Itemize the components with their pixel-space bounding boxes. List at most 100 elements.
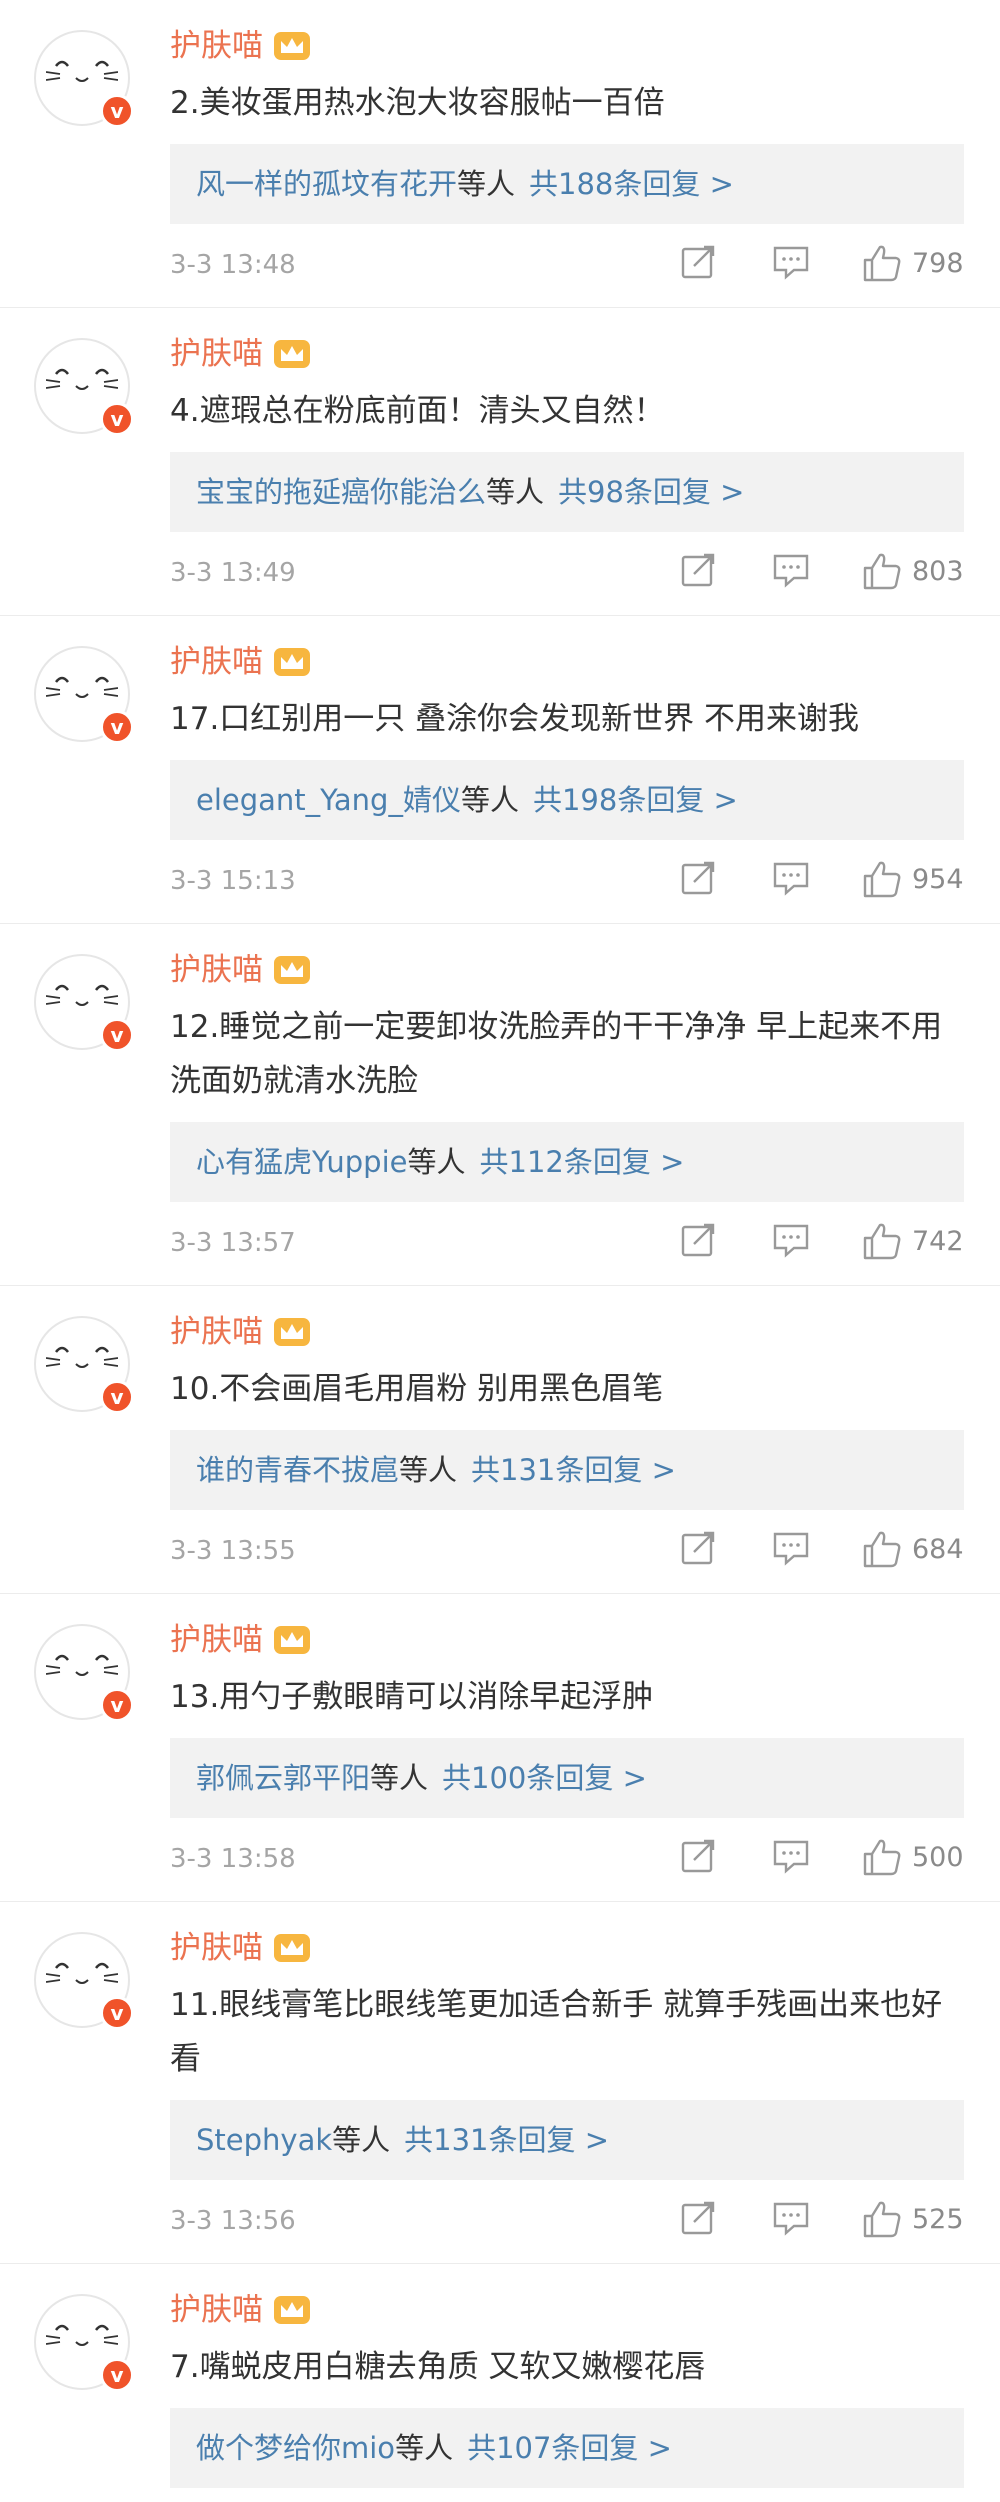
timestamp: 3-3 13:49 [170, 558, 296, 588]
reply-etc: 等人 [395, 2431, 454, 2465]
reply-etc: 等人 [399, 1453, 458, 1487]
reply-count-link[interactable]: 共131条回复 > [471, 1453, 676, 1487]
reply-user-names[interactable]: 谁的青春不拔扈 [196, 1453, 399, 1487]
reply-user-names[interactable]: 心有猛虎Yuppie [196, 1145, 407, 1179]
avatar[interactable]: v [34, 646, 134, 744]
reply-count-link[interactable]: 共107条回复 > [467, 2431, 672, 2465]
reply-summary[interactable]: Stephyak等人 共131条回复 > [170, 2100, 964, 2180]
reply-summary[interactable]: elegant_Yang_婧仪等人 共198条回复 > [170, 760, 964, 840]
comment-text: 17.口红别用一只 叠涂你会发现新世界 不用来谢我 [170, 701, 860, 737]
share-icon[interactable] [680, 1838, 716, 1874]
reply-count-link[interactable]: 共131条回复 > [404, 2123, 609, 2157]
like-button[interactable]: 803 [862, 552, 964, 590]
username[interactable]: 护肤喵 [170, 1924, 263, 1972]
reply-count-link[interactable]: 共188条回复 > [529, 167, 734, 201]
crown-icon [274, 32, 310, 60]
cat-face-icon [46, 60, 118, 82]
reply-user-names[interactable]: Stephyak [196, 2123, 332, 2157]
cat-face-icon [46, 368, 118, 390]
like-count: 798 [912, 247, 964, 279]
comment-text: 2.美妆蛋用热水泡大妆容服帖一百倍 [170, 85, 665, 121]
like-button[interactable]: 684 [862, 1530, 964, 1568]
timestamp: 3-3 13:57 [170, 1228, 296, 1258]
reply-user-names[interactable]: 宝宝的拖延癌你能治么 [196, 475, 486, 509]
verified-badge: v [100, 1380, 134, 1414]
verified-badge: v [100, 94, 134, 128]
like-button[interactable]: 798 [862, 244, 964, 282]
reply-count-link[interactable]: 共198条回复 > [533, 783, 738, 817]
username[interactable]: 护肤喵 [170, 22, 263, 70]
thumbs-up-icon [863, 553, 901, 590]
comment-icon[interactable] [772, 1222, 810, 1258]
like-count: 684 [912, 1533, 964, 1565]
like-button[interactable]: 742 [862, 1222, 964, 1260]
share-icon[interactable] [680, 1222, 716, 1258]
comment-item: v 护肤喵 13.用勺子敷眼睛可以消除早起浮肿 郭佩云郭平阳等人 共100条回复 … [0, 1594, 1000, 1902]
like-count: 803 [912, 555, 964, 587]
reply-etc: 等人 [370, 1761, 429, 1795]
like-button[interactable]: 525 [862, 2200, 964, 2238]
username[interactable]: 护肤喵 [170, 946, 263, 994]
verified-badge: v [100, 402, 134, 436]
username[interactable]: 护肤喵 [170, 330, 263, 378]
share-icon[interactable] [680, 860, 716, 896]
reply-count-link[interactable]: 共112条回复 > [480, 1145, 685, 1179]
verified-badge: v [100, 710, 134, 744]
username[interactable]: 护肤喵 [170, 2286, 263, 2334]
share-icon[interactable] [680, 244, 716, 280]
crown-icon [274, 1626, 310, 1654]
verified-badge: v [100, 1688, 134, 1722]
avatar[interactable]: v [34, 1316, 134, 1414]
reply-user-names[interactable]: 风一样的孤坟有花开 [196, 167, 457, 201]
comment-text: 7.嘴蜕皮用白糖去角质 又软又嫩樱花唇 [170, 2349, 706, 2385]
thumbs-up-icon [863, 861, 901, 898]
comment-icon[interactable] [772, 1530, 810, 1566]
thumbs-up-icon [863, 1839, 901, 1876]
avatar[interactable]: v [34, 954, 134, 1052]
avatar[interactable]: v [34, 1624, 134, 1722]
comment-icon[interactable] [772, 244, 810, 280]
reply-etc: 等人 [457, 167, 516, 201]
reply-count-link[interactable]: 共100条回复 > [442, 1761, 647, 1795]
like-button[interactable]: 954 [862, 860, 964, 898]
share-icon[interactable] [680, 552, 716, 588]
comment-icon[interactable] [772, 2200, 810, 2236]
comment-icon[interactable] [772, 552, 810, 588]
share-icon[interactable] [680, 2200, 716, 2236]
comment-icon[interactable] [772, 1838, 810, 1874]
cat-face-icon [46, 984, 118, 1006]
verified-badge: v [100, 1018, 134, 1052]
reply-summary[interactable]: 谁的青春不拔扈等人 共131条回复 > [170, 1430, 964, 1510]
reply-user-names[interactable]: 郭佩云郭平阳 [196, 1761, 370, 1795]
timestamp: 3-3 13:58 [170, 1844, 296, 1874]
reply-etc: 等人 [332, 2123, 391, 2157]
reply-summary[interactable]: 做个梦给你mio等人 共107条回复 > [170, 2408, 964, 2488]
cat-face-icon [46, 1654, 118, 1676]
like-count: 500 [912, 1841, 964, 1873]
reply-etc: 等人 [460, 783, 519, 817]
avatar[interactable]: v [34, 1932, 134, 2030]
share-icon[interactable] [680, 1530, 716, 1566]
comment-icon[interactable] [772, 860, 810, 896]
reply-summary[interactable]: 心有猛虎Yuppie等人 共112条回复 > [170, 1122, 964, 1202]
comment-item: v 护肤喵 4.遮瑕总在粉底前面！清头又自然！ 宝宝的拖延癌你能治么等人 共98条… [0, 308, 1000, 616]
username[interactable]: 护肤喵 [170, 638, 263, 686]
comment-text: 12.睡觉之前一定要卸妆洗脸弄的干干净净 早上起来不用洗面奶就清水洗脸 [170, 1009, 943, 1099]
avatar[interactable]: v [34, 338, 134, 436]
reply-summary[interactable]: 宝宝的拖延癌你能治么等人 共98条回复 > [170, 452, 964, 532]
avatar[interactable]: v [34, 2294, 134, 2392]
crown-icon [274, 1934, 310, 1962]
avatar[interactable]: v [34, 30, 134, 128]
reply-user-names[interactable]: 做个梦给你mio [196, 2431, 395, 2465]
comment-item: v 护肤喵 17.口红别用一只 叠涂你会发现新世界 不用来谢我 elegant_… [0, 616, 1000, 924]
username[interactable]: 护肤喵 [170, 1308, 263, 1356]
reply-user-names[interactable]: elegant_Yang_婧仪 [196, 783, 461, 817]
like-count: 742 [912, 1225, 964, 1257]
cat-face-icon [46, 1962, 118, 1984]
reply-summary[interactable]: 风一样的孤坟有花开等人 共188条回复 > [170, 144, 964, 224]
reply-summary[interactable]: 郭佩云郭平阳等人 共100条回复 > [170, 1738, 964, 1818]
reply-count-link[interactable]: 共98条回复 > [558, 475, 744, 509]
username[interactable]: 护肤喵 [170, 1616, 263, 1664]
like-button[interactable]: 500 [862, 1838, 964, 1876]
timestamp: 3-3 15:13 [170, 866, 296, 896]
